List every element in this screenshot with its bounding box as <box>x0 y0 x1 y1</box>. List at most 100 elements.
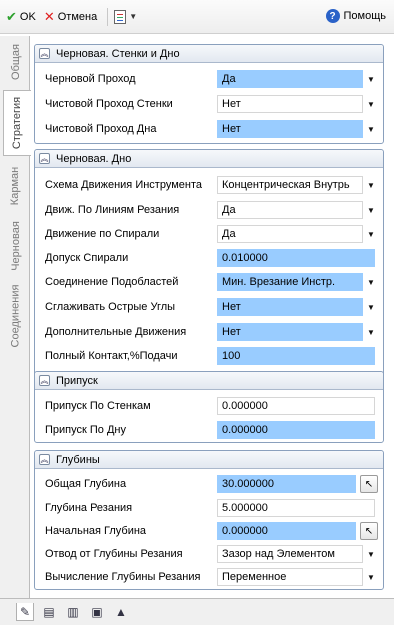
property-row: Вычисление Глубины Резания Переменное ▼ <box>45 567 379 587</box>
finish-floor-select[interactable]: Нет <box>217 120 363 138</box>
tab-connections-label: Соединения <box>9 284 22 348</box>
property-label: Чистовой Проход Дна <box>45 123 157 135</box>
tool-motion-pattern-select[interactable]: Концентрическая Внутрь <box>217 176 363 194</box>
pick-cursor-icon[interactable]: ↖ <box>360 475 378 493</box>
property-label: Припуск По Дну <box>45 424 126 436</box>
property-label: Начальная Глубина <box>45 525 147 537</box>
cut-depth-input[interactable]: 5.000000 <box>217 499 375 517</box>
section-header[interactable]: ︽ Глубины <box>35 451 383 469</box>
collapse-chevron-icon[interactable]: ︽ <box>39 48 50 59</box>
dropdown-arrow-icon[interactable]: ▼ <box>364 545 378 563</box>
section-roughing-floor: ︽ Черновая. Дно Схема Движения Инструмен… <box>34 149 384 401</box>
pick-cursor-icon[interactable]: ↖ <box>360 522 378 540</box>
property-label: Движ. По Линиям Резания <box>45 204 180 216</box>
notes-tab-icon[interactable]: ▥ <box>64 603 82 621</box>
finish-wall-select[interactable]: Нет <box>217 95 363 113</box>
section-title: Припуск <box>56 374 98 387</box>
tab-roughing[interactable]: Черновая <box>2 216 29 276</box>
section-title: Черновая. Дно <box>56 152 132 165</box>
dropdown-arrow-icon[interactable]: ▼ <box>364 568 378 586</box>
property-label: Соединение Подобластей <box>45 276 179 288</box>
dropdown-arrow-icon[interactable]: ▼ <box>364 323 378 341</box>
property-label: Общая Глубина <box>45 478 127 490</box>
dropdown-arrow-icon[interactable]: ▼ <box>364 120 378 138</box>
section-header[interactable]: ︽ Черновая. Дно <box>35 150 383 168</box>
collapse-chevron-icon[interactable]: ︽ <box>39 454 50 465</box>
ok-button[interactable]: ✔ OK <box>6 9 36 25</box>
property-label: Движение по Спирали <box>45 228 160 240</box>
bottom-tab-bar: ✎ ▤ ▥ ▣ ▲ <box>0 598 394 625</box>
collapse-chevron-icon[interactable]: ︽ <box>39 153 50 164</box>
wall-allowance-input[interactable]: 0.000000 <box>217 397 375 415</box>
property-label: Допуск Спирали <box>45 252 129 264</box>
property-row: Дополнительные Движения Нет ▼ <box>45 322 379 342</box>
property-row: Чистовой Проход Стенки Нет ▼ <box>45 94 379 114</box>
section-header[interactable]: ︽ Припуск <box>35 372 383 390</box>
property-label: Черновой Проход <box>45 73 136 85</box>
full-contact-feed-input[interactable]: 100 <box>217 347 375 365</box>
subregion-connection-select[interactable]: Мин. Врезание Инстр. <box>217 273 363 291</box>
document-icon <box>114 9 127 24</box>
dropdown-arrow-icon[interactable]: ▼ <box>364 176 378 194</box>
property-row: Движение по Спирали Да ▼ <box>45 224 379 244</box>
close-icon: ✕ <box>43 8 55 24</box>
property-row: Припуск По Дну 0.000000 <box>45 420 379 440</box>
property-label: Отвод от Глубины Резания <box>45 548 183 560</box>
property-label: Сглаживать Острые Углы <box>45 301 176 313</box>
tab-connections[interactable]: Соединения <box>2 280 29 352</box>
caret-down-icon: ▼ <box>129 12 138 21</box>
property-label: Глубина Резания <box>45 502 133 514</box>
property-label: Схема Движения Инструмента <box>45 179 202 191</box>
total-depth-input[interactable]: 30.000000 <box>217 475 356 493</box>
tab-general[interactable]: Общая <box>2 38 29 86</box>
smooth-corners-select[interactable]: Нет <box>217 298 363 316</box>
section-allowance: ︽ Припуск Припуск По Стенкам 0.000000 Пр… <box>34 371 384 443</box>
property-row: Полный Контакт,%Подачи 100 <box>45 346 379 366</box>
dropdown-arrow-icon[interactable]: ▼ <box>364 95 378 113</box>
spiral-tolerance-input[interactable]: 0.010000 <box>217 249 375 267</box>
property-label: Дополнительные Движения <box>45 326 187 338</box>
section-title: Черновая. Стенки и Дно <box>56 47 180 60</box>
export-tab-icon[interactable]: ▣ <box>88 603 106 621</box>
cut-lines-motion-select[interactable]: Да <box>217 201 363 219</box>
dropdown-arrow-icon[interactable]: ▼ <box>364 201 378 219</box>
property-row: Черновой Проход Да ▼ <box>45 69 379 89</box>
dropdown-arrow-icon[interactable]: ▼ <box>364 70 378 88</box>
property-row: Припуск По Стенкам 0.000000 <box>45 396 379 416</box>
start-depth-input[interactable]: 0.000000 <box>217 522 356 540</box>
roughing-pass-select[interactable]: Да <box>217 70 363 88</box>
help-icon: ? <box>325 9 340 23</box>
dropdown-arrow-icon[interactable]: ▼ <box>364 225 378 243</box>
checkmark-icon: ✔ <box>6 8 17 24</box>
ok-label: OK <box>19 10 36 23</box>
tab-pocket[interactable]: Карман <box>2 160 29 212</box>
collapse-chevron-icon[interactable]: ︽ <box>39 375 50 386</box>
property-row: Допуск Спирали 0.010000 <box>45 248 379 268</box>
property-label: Чистовой Проход Стенки <box>45 98 173 110</box>
section-header[interactable]: ︽ Черновая. Стенки и Дно <box>35 45 383 63</box>
help-button[interactable]: ? Помощь <box>325 9 386 23</box>
property-label: Вычисление Глубины Резания <box>45 571 201 583</box>
property-row: Схема Движения Инструмента Концентрическ… <box>45 175 379 195</box>
tools-tab-icon[interactable]: ✎ <box>16 603 34 621</box>
toolbar-divider <box>107 7 109 26</box>
operations-tab-icon[interactable]: ▤ <box>40 603 58 621</box>
machine-tab-icon[interactable]: ▲ <box>112 603 130 621</box>
dropdown-arrow-icon[interactable]: ▼ <box>364 298 378 316</box>
property-row: Сглаживать Острые Углы Нет ▼ <box>45 297 379 317</box>
section-depths: ︽ Глубины Общая Глубина 30.000000 ↖ Глуб… <box>34 450 384 590</box>
additional-motions-select[interactable]: Нет <box>217 323 363 341</box>
document-menu-button[interactable]: ▼ <box>114 9 138 24</box>
vertical-tab-strip: Общая Стратегия Карман Черновая Соединен… <box>0 36 31 598</box>
tab-strategy-label: Стратегия <box>11 96 24 150</box>
cut-depth-calculation-select[interactable]: Переменное <box>217 568 363 586</box>
retract-from-cut-depth-select[interactable]: Зазор над Элементом <box>217 545 363 563</box>
property-row: Движ. По Линиям Резания Да ▼ <box>45 200 379 220</box>
floor-allowance-input[interactable]: 0.000000 <box>217 421 375 439</box>
property-label: Припуск По Стенкам <box>45 400 151 412</box>
spiral-motion-select[interactable]: Да <box>217 225 363 243</box>
tab-general-label: Общая <box>9 44 22 80</box>
tab-strategy[interactable]: Стратегия <box>3 90 31 156</box>
cancel-button[interactable]: ✕ Отмена <box>44 9 97 25</box>
dropdown-arrow-icon[interactable]: ▼ <box>364 273 378 291</box>
